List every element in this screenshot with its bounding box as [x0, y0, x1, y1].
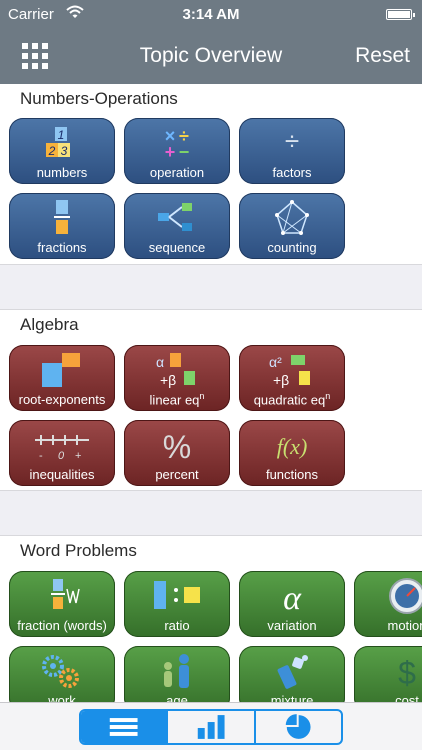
svg-text:α: α	[283, 580, 302, 615]
tile-label: mixture	[270, 693, 314, 702]
svg-text:-: -	[39, 450, 43, 462]
view-segmented-control	[79, 709, 343, 745]
svg-text:+β: +β	[160, 372, 176, 388]
svg-text:α: α	[156, 354, 164, 370]
mixture-icon	[277, 655, 308, 689]
tab-bar	[0, 702, 422, 750]
tile-label: work	[48, 693, 76, 702]
tile-label: ratio	[164, 618, 190, 633]
age-people-icon	[164, 654, 189, 688]
tile-label: fractions	[37, 240, 87, 255]
functions-icon: f(x)	[277, 434, 308, 459]
segment-bar-chart[interactable]	[168, 711, 256, 743]
tile-label: percent	[155, 467, 199, 482]
cost-dollar-icon: $	[398, 655, 416, 690]
operation-icon: × ÷ + −	[165, 126, 190, 162]
tile-label: linear eqn	[149, 390, 205, 407]
motion-icon	[389, 578, 422, 614]
segment-pie-chart[interactable]	[256, 711, 341, 743]
tile-sequence[interactable]: sequence	[124, 193, 230, 259]
fraction-words-icon	[51, 579, 80, 609]
tile-factors[interactable]: ÷ factors	[239, 118, 345, 184]
section-title: Word Problems	[20, 541, 137, 560]
section-algebra: Algebra root-exponents α +β linear eqn α…	[0, 310, 422, 490]
navigation-bar: Topic Overview Reset	[0, 28, 422, 84]
svg-text:+β: +β	[273, 372, 289, 388]
svg-text:1: 1	[58, 128, 65, 142]
tile-mixture[interactable]: mixture	[239, 646, 345, 702]
tile-label: operation	[149, 165, 205, 180]
section-divider	[0, 264, 422, 310]
factors-icon: ÷	[285, 126, 299, 156]
tile-label: motion	[387, 618, 422, 633]
tile-ratio[interactable]: ratio	[124, 571, 230, 637]
tile-label: quadratic eqn	[253, 390, 331, 407]
svg-text:2: 2	[48, 144, 56, 158]
tile-label: root-exponents	[18, 392, 106, 407]
tile-numbers[interactable]: 1 2 3 numbers	[9, 118, 115, 184]
tile-label: cost	[395, 693, 419, 702]
list-icon	[109, 718, 138, 736]
segment-list[interactable]	[81, 711, 169, 743]
tile-variation[interactable]: α variation	[239, 571, 345, 637]
root-exponents-icon	[42, 353, 80, 387]
tile-linear-equation[interactable]: α +β linear eqn	[124, 345, 230, 411]
svg-text:f(x): f(x)	[277, 434, 308, 459]
tile-motion[interactable]: motion	[354, 571, 422, 637]
tile-quadratic-equation[interactable]: α² +β quadratic eqn	[239, 345, 345, 411]
percent-icon: %	[163, 429, 191, 464]
svg-text:α²: α²	[269, 354, 282, 370]
tile-root-exponents[interactable]: root-exponents	[9, 345, 115, 411]
section-title: Algebra	[20, 315, 79, 334]
tile-label: functions	[265, 467, 319, 482]
inequalities-icon: - 0 +	[35, 435, 89, 462]
fractions-icon	[54, 200, 70, 234]
work-gears-icon	[42, 655, 79, 688]
section-divider	[0, 490, 422, 536]
svg-text:3: 3	[61, 144, 68, 158]
ratio-icon	[154, 581, 200, 609]
svg-text:−: −	[179, 142, 190, 162]
svg-text:+: +	[165, 142, 176, 162]
linear-equation-icon: α +β	[156, 353, 195, 388]
tile-counting[interactable]: counting	[239, 193, 345, 259]
topic-list[interactable]: Numbers-Operations 1 2 3 numbers × ÷ + −…	[0, 84, 422, 702]
tile-label: numbers	[36, 165, 88, 180]
reset-button[interactable]: Reset	[355, 44, 410, 68]
svg-text:0: 0	[58, 450, 65, 462]
tile-age[interactable]: age	[124, 646, 230, 702]
tile-fractions[interactable]: fractions	[9, 193, 115, 259]
tile-label: fraction (words)	[17, 618, 107, 633]
section-numbers-operations: Numbers-Operations 1 2 3 numbers × ÷ + −…	[0, 84, 422, 264]
tile-label: sequence	[148, 240, 206, 255]
tile-label: variation	[267, 618, 317, 633]
tile-percent[interactable]: % percent	[124, 420, 230, 486]
tile-label: counting	[267, 240, 317, 255]
sequence-icon	[158, 203, 192, 231]
clock: 3:14 AM	[182, 6, 240, 23]
tile-functions[interactable]: f(x) functions	[239, 420, 345, 486]
svg-text:+: +	[75, 450, 81, 462]
bar-chart-icon	[198, 715, 225, 739]
tile-label: inequalities	[29, 467, 95, 482]
svg-text:÷: ÷	[285, 126, 299, 156]
tile-label: age	[166, 693, 188, 702]
section-title: Numbers-Operations	[20, 89, 178, 108]
status-bar: Carrier 3:14 AM	[0, 0, 422, 28]
quadratic-equation-icon: α² +β	[269, 354, 310, 388]
battery-icon	[386, 9, 415, 20]
tile-cost[interactable]: $ cost	[354, 646, 422, 702]
pie-chart-icon	[285, 714, 311, 739]
counting-icon	[275, 200, 309, 235]
tile-inequalities[interactable]: - 0 + inequalities	[9, 420, 115, 486]
section-word-problems: Word Problems fraction (words) ratio α v…	[0, 536, 422, 702]
svg-text:%: %	[163, 429, 191, 464]
tile-fraction-words[interactable]: fraction (words)	[9, 571, 115, 637]
tile-label: factors	[272, 165, 312, 180]
tile-work[interactable]: work	[9, 646, 115, 702]
tile-operation[interactable]: × ÷ + − operation	[124, 118, 230, 184]
svg-text:$: $	[398, 655, 416, 690]
numbers-icon: 1 2 3	[46, 127, 70, 158]
variation-icon: α	[283, 580, 302, 615]
